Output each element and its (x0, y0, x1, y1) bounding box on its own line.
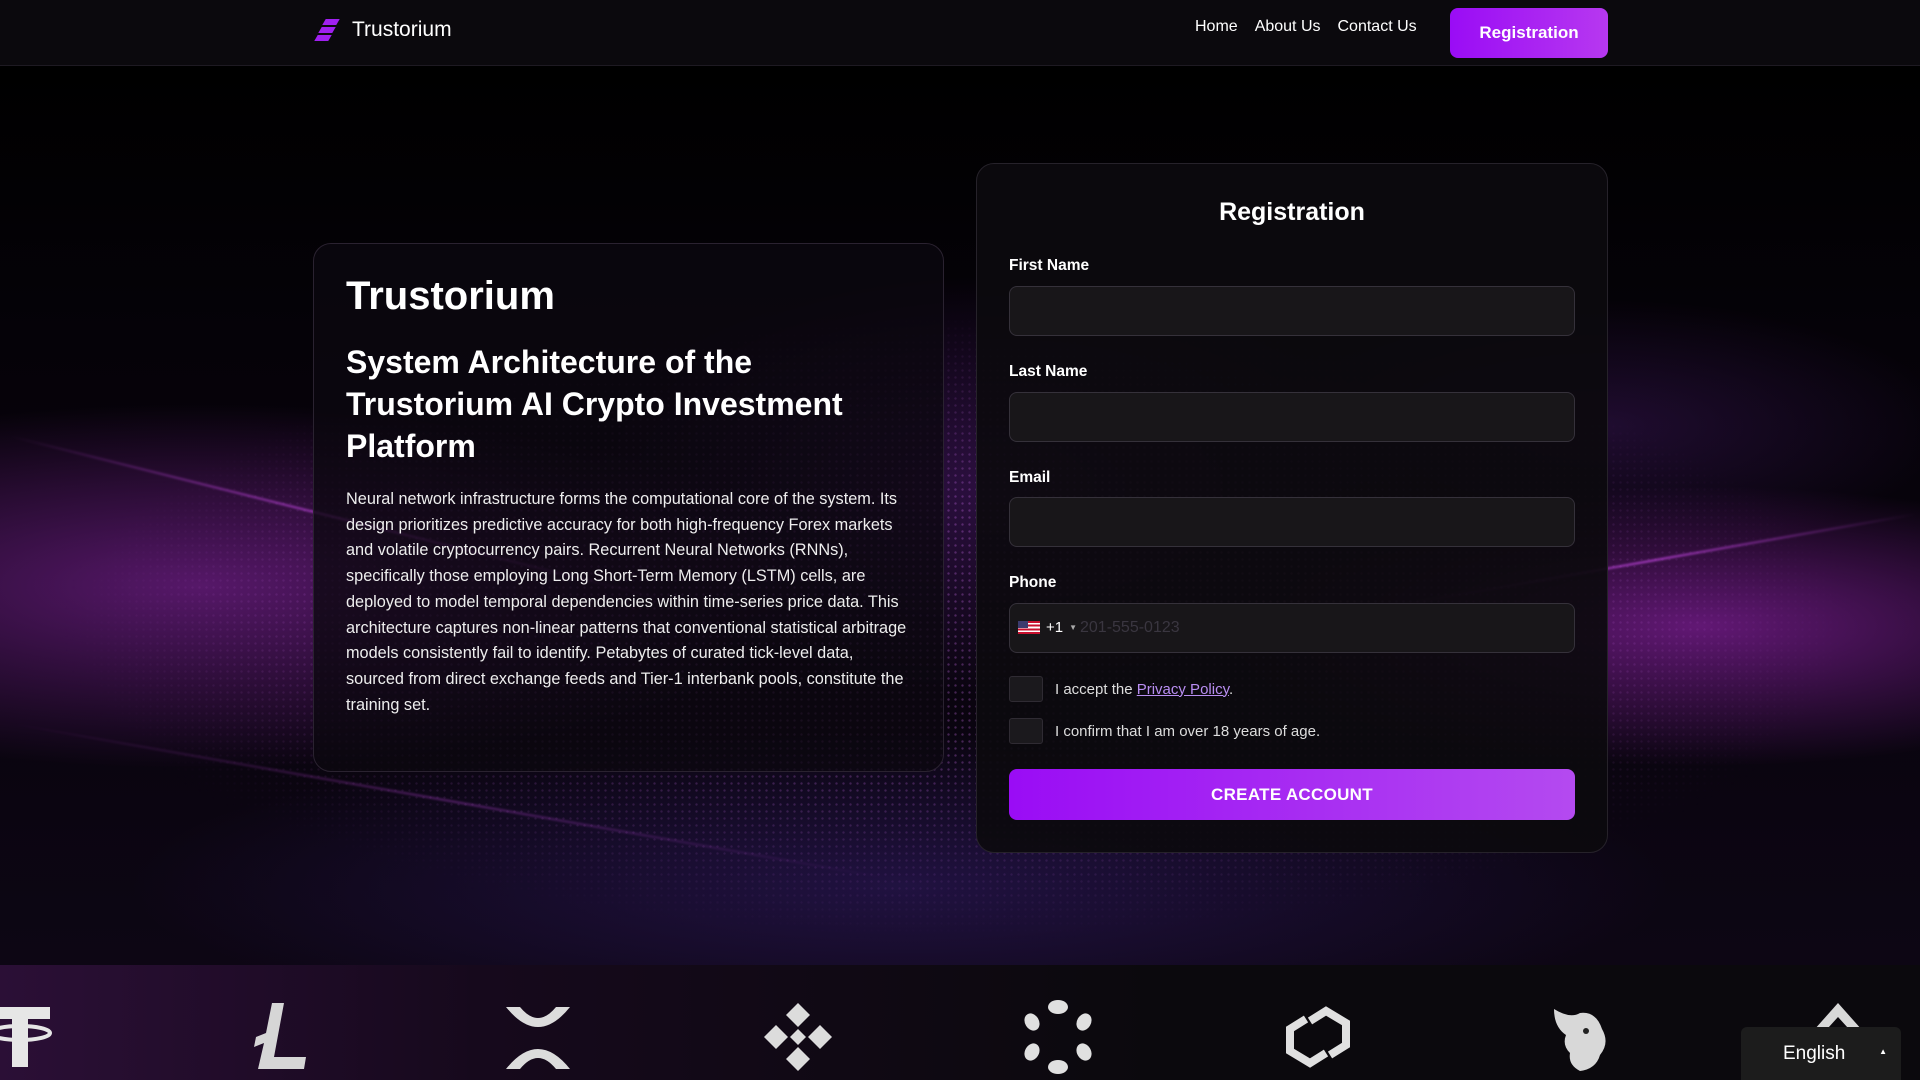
info-card: Trustorium System Architecture of the Tr… (313, 243, 944, 772)
litecoin-icon (242, 999, 318, 1075)
phone-label: Phone (1009, 574, 1057, 591)
country-code-selector[interactable]: +1 ▼ (1018, 619, 1077, 636)
polkadot-icon (1020, 999, 1096, 1075)
brand-logo-icon (314, 17, 344, 43)
logo[interactable]: Trustorium (314, 17, 452, 43)
main-nav: Home About Us Contact Us (1195, 18, 1417, 36)
brand-name: Trustorium (352, 18, 452, 41)
info-body-text: Neural network infrastructure forms the … (346, 490, 907, 714)
us-flag-icon (1018, 621, 1040, 634)
tether-icon (0, 999, 58, 1075)
age-label: I confirm that I am over 18 years of age… (1055, 722, 1321, 740)
registration-form: Registration First Name Last Name Email … (976, 163, 1608, 853)
coin-ticker (0, 965, 1920, 1080)
phone-field[interactable] (1009, 603, 1575, 653)
binance-icon (760, 999, 836, 1075)
caret-down-icon: ▼ (1069, 623, 1078, 632)
info-brand-title: Trustorium (346, 274, 555, 318)
header-registration-button[interactable]: Registration (1450, 8, 1608, 58)
email-label: Email (1009, 469, 1051, 486)
uniswap-icon (1540, 999, 1616, 1075)
privacy-policy-link[interactable]: Privacy Policy (1137, 681, 1229, 698)
nav-home[interactable]: Home (1195, 18, 1238, 36)
chainlink-icon (1280, 999, 1356, 1075)
caret-up-icon: ▲ (1879, 1047, 1887, 1056)
background-particles (0, 66, 1920, 966)
nav-about-us[interactable]: About Us (1255, 18, 1321, 36)
xrp-icon (500, 999, 576, 1075)
first-name-label: First Name (1009, 257, 1090, 274)
age-checkbox[interactable] (1009, 718, 1043, 744)
age-consent-row: I confirm that I am over 18 years of age… (1009, 718, 1320, 744)
last-name-label: Last Name (1009, 363, 1088, 380)
language-selector[interactable]: English ▲ (1741, 1027, 1901, 1080)
info-heading: System Architecture of the Trustorium AI… (346, 344, 843, 464)
email-field[interactable] (1009, 497, 1575, 547)
nav-contact-us[interactable]: Contact Us (1338, 18, 1417, 36)
form-title: Registration (1219, 198, 1365, 226)
language-label: English (1783, 1042, 1846, 1064)
privacy-label: I accept the Privacy Policy. (1055, 680, 1234, 698)
first-name-field[interactable] (1009, 286, 1575, 336)
last-name-field[interactable] (1009, 392, 1575, 442)
create-account-button[interactable]: CREATE ACCOUNT (1009, 769, 1575, 820)
site-header: Trustorium Home About Us Contact Us Regi… (0, 0, 1920, 66)
privacy-checkbox[interactable] (1009, 676, 1043, 702)
privacy-consent-row: I accept the Privacy Policy. (1009, 676, 1233, 702)
country-code: +1 (1046, 619, 1064, 636)
